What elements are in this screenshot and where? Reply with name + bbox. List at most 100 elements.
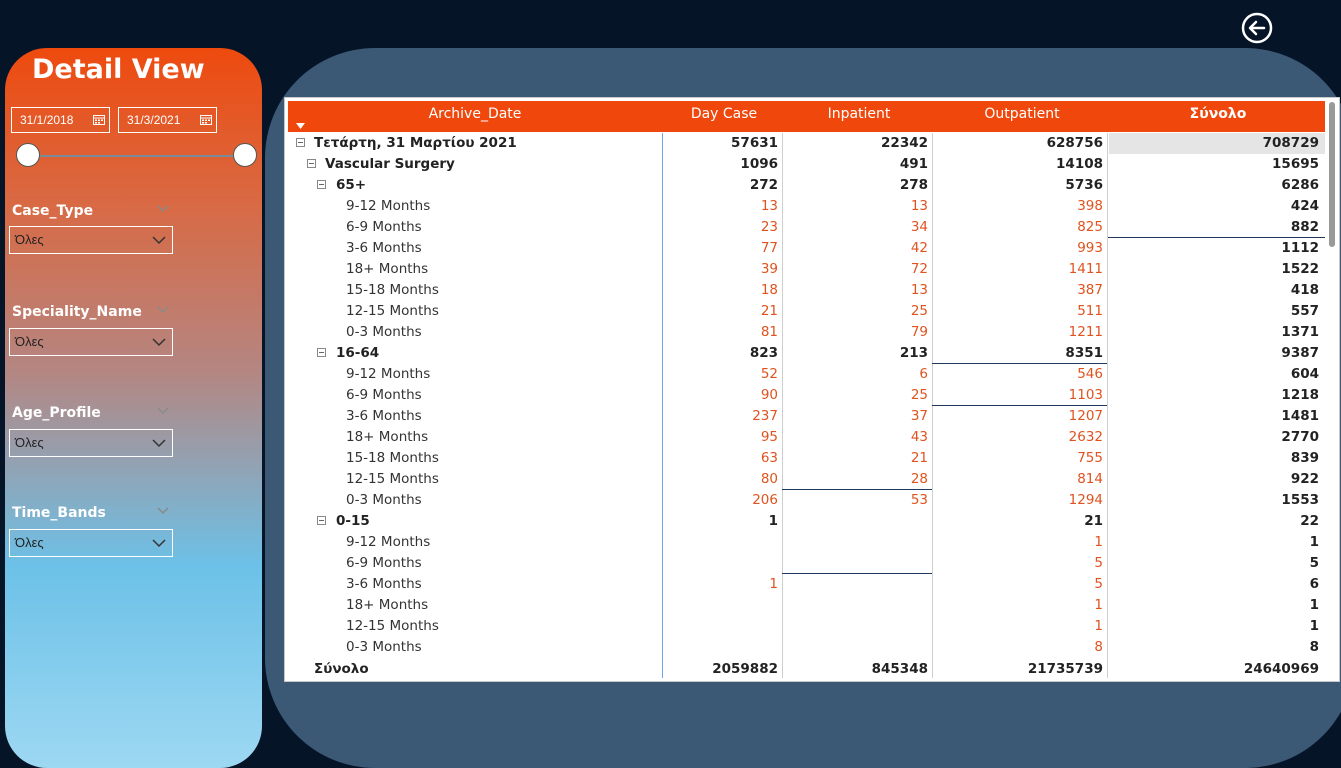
- cell-value[interactable]: 42: [788, 238, 928, 259]
- cell-value[interactable]: 13: [788, 280, 928, 301]
- cell-value[interactable]: 21: [668, 301, 778, 322]
- cell-value[interactable]: 237: [668, 406, 778, 427]
- column-header-total[interactable]: Σύνολο: [1111, 101, 1325, 132]
- row-total-value[interactable]: 1218: [1119, 385, 1319, 406]
- cell-value[interactable]: 6: [788, 364, 928, 385]
- total-row[interactable]: Σύνολο 2059882 845348 21735739 24640969: [288, 659, 1325, 680]
- cell-value[interactable]: 90: [668, 385, 778, 406]
- row-total-value[interactable]: 1: [1119, 595, 1319, 616]
- matrix-detail-row[interactable]: 9-12 Months 1 1: [288, 532, 1325, 553]
- cell-value[interactable]: 14108: [933, 154, 1103, 175]
- date-range-end-handle[interactable]: [233, 143, 257, 167]
- cell-value[interactable]: 845348: [788, 659, 928, 680]
- matrix-group-row[interactable]: 16-64 823 213 8351 9387: [288, 343, 1325, 364]
- cell-value[interactable]: 72: [788, 259, 928, 280]
- row-total-value[interactable]: 1112: [1119, 238, 1319, 259]
- calendar-icon[interactable]: [200, 114, 212, 125]
- cell-value[interactable]: 53: [788, 490, 928, 511]
- cell-value[interactable]: 387: [933, 280, 1103, 301]
- cell-value[interactable]: 1: [668, 574, 778, 595]
- row-total-value[interactable]: 1: [1119, 616, 1319, 637]
- cell-value[interactable]: 1: [933, 532, 1103, 553]
- cell-value[interactable]: 5: [933, 574, 1103, 595]
- row-total-value[interactable]: 922: [1119, 469, 1319, 490]
- matrix-detail-row[interactable]: 18+ Months 1 1: [288, 595, 1325, 616]
- row-total-value[interactable]: 418: [1119, 280, 1319, 301]
- row-total-value[interactable]: 9387: [1119, 343, 1319, 364]
- column-header-outpatient[interactable]: Outpatient: [935, 101, 1109, 132]
- date-range-slider-track[interactable]: [28, 155, 244, 157]
- chevron-down-icon[interactable]: [157, 407, 169, 415]
- collapse-icon[interactable]: [317, 348, 326, 357]
- collapse-icon[interactable]: [317, 516, 326, 525]
- matrix-detail-row[interactable]: 9-12 Months 13 13 398 424: [288, 196, 1325, 217]
- end-date-input[interactable]: 31/3/2021: [118, 107, 217, 133]
- cell-value[interactable]: 22342: [788, 133, 928, 154]
- row-total-value[interactable]: 882: [1119, 217, 1319, 238]
- start-date-input[interactable]: 31/1/2018: [11, 107, 110, 133]
- row-total-value[interactable]: 1: [1119, 532, 1319, 553]
- case-type-dropdown[interactable]: Όλες: [9, 226, 173, 254]
- cell-value[interactable]: 81: [668, 322, 778, 343]
- speciality-name-dropdown[interactable]: Όλες: [9, 328, 173, 356]
- cell-value[interactable]: 213: [788, 343, 928, 364]
- date-range-start-handle[interactable]: [16, 143, 40, 167]
- cell-value[interactable]: 23: [668, 217, 778, 238]
- cell-value[interactable]: 511: [933, 301, 1103, 322]
- matrix-detail-row[interactable]: 0-3 Months 8 8: [288, 637, 1325, 658]
- matrix-detail-row[interactable]: 3-6 Months 77 42 993 1112: [288, 238, 1325, 259]
- chevron-down-icon[interactable]: [157, 507, 169, 515]
- row-total-value[interactable]: 1553: [1119, 490, 1319, 511]
- collapse-icon[interactable]: [296, 138, 305, 147]
- cell-value[interactable]: 2632: [933, 427, 1103, 448]
- cell-value[interactable]: 1294: [933, 490, 1103, 511]
- cell-value[interactable]: 28: [788, 469, 928, 490]
- matrix-detail-row[interactable]: 3-6 Months 237 37 1207 1481: [288, 406, 1325, 427]
- cell-value[interactable]: 13: [788, 196, 928, 217]
- matrix-detail-row[interactable]: 6-9 Months 90 25 1103 1218: [288, 385, 1325, 406]
- column-header-inpatient[interactable]: Inpatient: [785, 101, 933, 132]
- chevron-down-icon[interactable]: [157, 205, 169, 213]
- cell-value[interactable]: 25: [788, 301, 928, 322]
- collapse-icon[interactable]: [307, 159, 316, 168]
- matrix-detail-row[interactable]: 18+ Months 95 43 2632 2770: [288, 427, 1325, 448]
- row-total-value[interactable]: 1522: [1119, 259, 1319, 280]
- matrix-group-row[interactable]: Τετάρτη, 31 Μαρτίου 2021 57631 22342 628756…: [288, 133, 1325, 154]
- sort-descending-icon[interactable]: [296, 123, 305, 129]
- row-total-value[interactable]: 15695: [1119, 154, 1319, 175]
- row-total-value[interactable]: 6286: [1119, 175, 1319, 196]
- matrix-detail-row[interactable]: 12-15 Months 80 28 814 922: [288, 469, 1325, 490]
- cell-value[interactable]: 34: [788, 217, 928, 238]
- cell-value[interactable]: 8351: [933, 343, 1103, 364]
- cell-value[interactable]: 546: [933, 364, 1103, 385]
- cell-value[interactable]: 206: [668, 490, 778, 511]
- cell-value[interactable]: 993: [933, 238, 1103, 259]
- matrix-detail-row[interactable]: 6-9 Months 23 34 825 882: [288, 217, 1325, 238]
- matrix-detail-row[interactable]: 9-12 Months 52 6 546 604: [288, 364, 1325, 385]
- row-total-value[interactable]: 24640969: [1119, 659, 1319, 680]
- cell-value[interactable]: 1211: [933, 322, 1103, 343]
- collapse-icon[interactable]: [317, 180, 326, 189]
- cell-value[interactable]: 79: [788, 322, 928, 343]
- cell-value[interactable]: 8: [933, 637, 1103, 658]
- cell-value[interactable]: 18: [668, 280, 778, 301]
- cell-value[interactable]: 1096: [668, 154, 778, 175]
- row-total-value[interactable]: 604: [1119, 364, 1319, 385]
- cell-value[interactable]: 21: [788, 448, 928, 469]
- cell-value[interactable]: 755: [933, 448, 1103, 469]
- cell-value[interactable]: 77: [668, 238, 778, 259]
- cell-value[interactable]: 80: [668, 469, 778, 490]
- cell-value[interactable]: 1: [933, 616, 1103, 637]
- calendar-icon[interactable]: [93, 114, 105, 125]
- row-total-value[interactable]: 839: [1119, 448, 1319, 469]
- row-total-value[interactable]: 1481: [1119, 406, 1319, 427]
- matrix-detail-row[interactable]: 15-18 Months 63 21 755 839: [288, 448, 1325, 469]
- cell-value[interactable]: 52: [668, 364, 778, 385]
- matrix-detail-row[interactable]: 3-6 Months 1 5 6: [288, 574, 1325, 595]
- cell-value[interactable]: 1103: [933, 385, 1103, 406]
- matrix-detail-row[interactable]: 6-9 Months 5 5: [288, 553, 1325, 574]
- cell-value[interactable]: 37: [788, 406, 928, 427]
- matrix-detail-row[interactable]: 15-18 Months 18 13 387 418: [288, 280, 1325, 301]
- cell-value[interactable]: 2059882: [668, 659, 778, 680]
- matrix-group-row[interactable]: 65+ 272 278 5736 6286: [288, 175, 1325, 196]
